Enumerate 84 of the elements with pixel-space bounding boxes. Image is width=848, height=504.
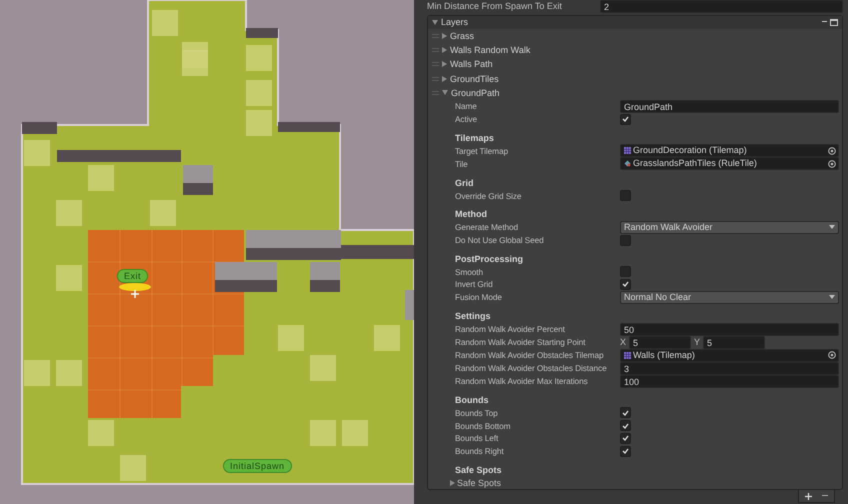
dropdown[interactable]: Normal No Clear <box>620 290 839 304</box>
field-label: Random Walk Avoider Percent <box>455 324 566 334</box>
spawn-marker-label[interactable]: InitialSpawn <box>223 459 292 473</box>
field-label: Smooth <box>455 266 484 277</box>
foldout-arrow-icon[interactable] <box>442 47 447 54</box>
list-item[interactable]: GroundPath <box>451 88 500 98</box>
text-field[interactable]: 100 <box>620 374 839 388</box>
drag-handle-icon[interactable] <box>432 76 439 81</box>
checkbox[interactable] <box>620 114 631 125</box>
checkbox[interactable] <box>620 432 631 444</box>
list-title: Layers <box>441 17 470 28</box>
checkbox[interactable] <box>620 446 631 457</box>
section-header: Method <box>455 209 487 220</box>
foldout-arrow-icon[interactable] <box>432 20 438 25</box>
field-label: Override Grid Size <box>455 190 522 201</box>
checkmark-icon <box>622 281 629 288</box>
field-label: Bounds Left <box>455 433 500 444</box>
checkbox[interactable] <box>620 266 631 278</box>
checkbox[interactable] <box>620 234 631 246</box>
list-item[interactable]: Walls Path <box>450 59 493 70</box>
foldout-arrow-icon[interactable] <box>442 90 448 96</box>
number-field[interactable]: 5 <box>629 336 692 349</box>
foldout-label[interactable]: Safe Spots <box>457 478 502 488</box>
x-label: X <box>620 337 626 348</box>
field-label: Generate Method <box>455 222 520 232</box>
checkbox[interactable] <box>620 420 631 431</box>
field-label: Bounds Top <box>455 408 499 418</box>
drag-handle-icon[interactable] <box>432 62 439 66</box>
field-label: Target Tilemap <box>455 146 510 156</box>
section-header: PostProcessing <box>455 254 524 264</box>
list-item[interactable]: Grass <box>450 30 474 41</box>
field-label: Invert Grid <box>455 279 494 290</box>
section-header: Tilemaps <box>455 133 494 144</box>
field-label: Active <box>455 114 478 124</box>
exit-marker-label[interactable]: Exit <box>117 269 148 283</box>
foldout-arrow-icon[interactable] <box>442 76 447 82</box>
field-label: Random Walk Avoider Obstacles Tilemap <box>455 350 604 360</box>
drag-handle-icon[interactable] <box>432 48 439 52</box>
field-label: Name <box>455 101 478 112</box>
object-field[interactable]: GroundDecoration (Tilemap) <box>620 144 839 158</box>
y-label: Y <box>694 337 700 348</box>
field-label: Random Walk Avoider Obstacles Distance <box>455 363 608 374</box>
field-label: Bounds Right <box>455 446 505 456</box>
grid-icon <box>624 147 631 154</box>
number-field[interactable]: 5 <box>703 336 766 349</box>
dropdown[interactable]: Random Walk Avoider <box>620 220 839 234</box>
field-label: Random Walk Avoider Starting Point <box>455 337 586 348</box>
minus-icon[interactable] <box>822 495 828 497</box>
section-header: Safe Spots <box>455 464 502 475</box>
list-item[interactable]: GroundTiles <box>450 74 499 84</box>
section-header: Grid <box>455 178 474 188</box>
field-label: Tile <box>455 158 469 169</box>
checkbox[interactable] <box>620 278 631 290</box>
number-field[interactable]: 2 <box>600 0 843 12</box>
field-label: Random Walk Avoider Max Iterations <box>455 376 589 386</box>
plus-icon[interactable] <box>805 492 812 500</box>
text-field[interactable]: 50 <box>620 322 839 336</box>
caret-icon <box>829 225 835 230</box>
foldout-arrow-icon[interactable] <box>442 61 447 68</box>
checkbox[interactable] <box>620 190 631 202</box>
tile-icon <box>624 160 631 168</box>
caret-icon <box>829 295 835 300</box>
object-field[interactable]: Walls (Tilemap) <box>620 348 839 362</box>
text-field[interactable]: GroundPath <box>620 100 839 113</box>
section-header: Bounds <box>455 394 488 405</box>
grid-icon <box>624 352 631 359</box>
field-label: Fusion Mode <box>455 292 503 302</box>
checkmark-icon <box>622 116 629 122</box>
drag-handle-icon[interactable] <box>432 34 439 38</box>
window-icon[interactable] <box>830 18 838 26</box>
scene-view[interactable]: Exit InitialSpawn <box>0 0 414 504</box>
drag-handle-icon[interactable] <box>432 90 439 95</box>
checkbox[interactable] <box>620 407 631 418</box>
minus-icon[interactable] <box>822 21 827 24</box>
field-label: Min Distance From Spawn To Exit <box>427 1 563 11</box>
field-label: Do Not Use Global Seed <box>455 235 545 246</box>
text-field[interactable]: 3 <box>620 362 839 375</box>
section-header: Settings <box>455 311 491 322</box>
object-picker-icon[interactable] <box>828 351 836 360</box>
list-item[interactable]: Walls Random Walk <box>450 45 530 56</box>
object-field[interactable]: GrasslandsPathTiles (RuleTile) <box>620 157 839 170</box>
foldout-arrow-icon[interactable] <box>450 480 455 486</box>
foldout-arrow-icon[interactable] <box>442 32 447 39</box>
field-label: Bounds Bottom <box>455 420 512 430</box>
